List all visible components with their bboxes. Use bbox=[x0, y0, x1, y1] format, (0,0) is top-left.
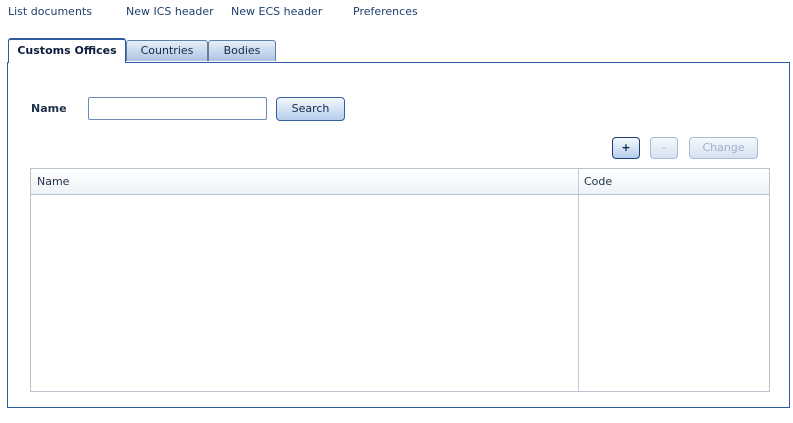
name-label: Name bbox=[31, 102, 67, 115]
add-button[interactable]: + bbox=[612, 137, 640, 159]
top-navigation: List documents New ICS header New ECS he… bbox=[0, 0, 793, 22]
column-header-code[interactable]: Code bbox=[584, 169, 612, 194]
name-search-input[interactable] bbox=[88, 97, 267, 120]
tab-customs-offices[interactable]: Customs Offices bbox=[8, 38, 126, 63]
tab-bodies[interactable]: Bodies bbox=[208, 40, 276, 61]
nav-new-ecs-header[interactable]: New ECS header bbox=[231, 5, 322, 18]
results-table: Name Code bbox=[30, 168, 770, 392]
column-divider[interactable] bbox=[578, 169, 579, 391]
change-button[interactable]: Change bbox=[689, 137, 758, 159]
nav-new-ics-header[interactable]: New ICS header bbox=[126, 5, 214, 18]
search-button[interactable]: Search bbox=[276, 97, 345, 121]
nav-list-documents[interactable]: List documents bbox=[8, 5, 92, 18]
tab-countries[interactable]: Countries bbox=[126, 40, 208, 61]
nav-preferences[interactable]: Preferences bbox=[353, 5, 418, 18]
table-header: Name Code bbox=[31, 169, 769, 195]
remove-button[interactable]: - bbox=[650, 137, 678, 159]
column-header-name[interactable]: Name bbox=[37, 169, 69, 194]
